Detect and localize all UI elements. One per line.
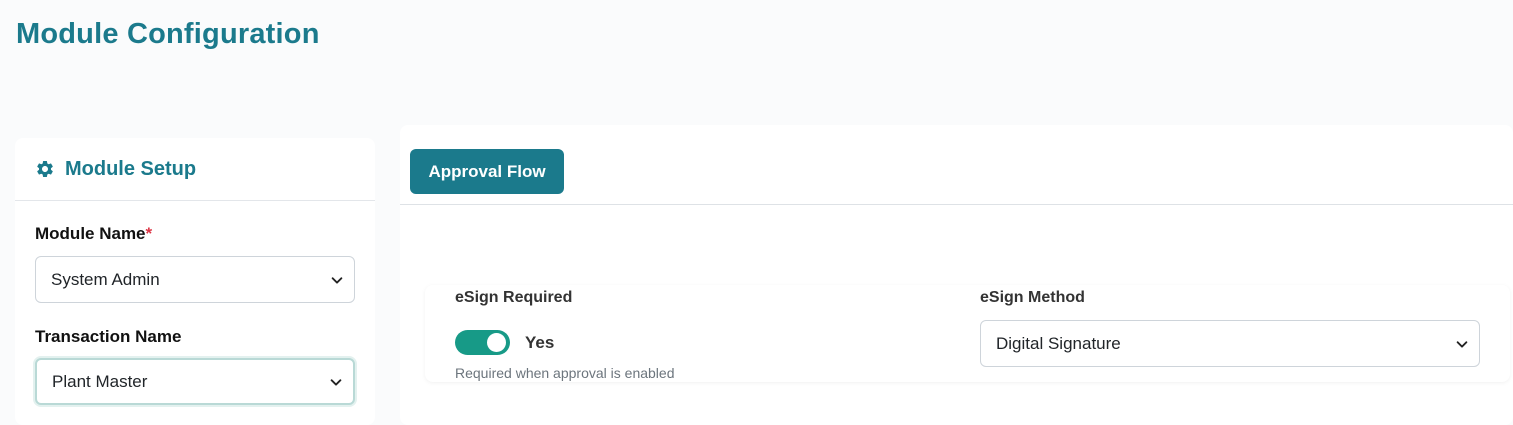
tab-approval-flow[interactable]: Approval Flow [410, 149, 564, 194]
required-marker: * [145, 224, 153, 243]
module-setup-card: Module Setup Module Name* System Admin T… [15, 138, 375, 425]
tab-bar: Approval Flow [400, 125, 1513, 205]
gear-icon [37, 161, 53, 177]
esign-method-select[interactable]: Digital Signature [980, 320, 1480, 367]
page: Module Configuration Module Setup Module… [0, 0, 1513, 425]
esign-panel: eSign Required Yes Required when approva… [425, 285, 1510, 382]
module-name-value: System Admin [51, 269, 160, 289]
toggle-knob [487, 333, 506, 352]
page-title: Module Configuration [16, 18, 320, 50]
esign-required-label: eSign Required [455, 289, 573, 306]
esign-method-value: Digital Signature [996, 333, 1121, 353]
module-name-select[interactable]: System Admin [35, 256, 355, 303]
chevron-down-icon [1456, 340, 1468, 348]
transaction-name-value: Plant Master [52, 371, 148, 391]
approval-card: Approval Flow eSign Required Yes Require… [400, 125, 1513, 425]
chevron-down-icon [331, 276, 343, 284]
module-name-label-text: Module Name [35, 224, 146, 243]
transaction-name-select[interactable]: Plant Master [35, 358, 355, 405]
chevron-down-icon [330, 378, 342, 386]
esign-required-toggle[interactable] [455, 330, 510, 355]
module-setup-header: Module Setup [15, 138, 375, 201]
esign-toggle-text: Yes [525, 333, 555, 352]
module-setup-title: Module Setup [65, 157, 197, 180]
module-name-label: Module Name* [35, 224, 152, 244]
transaction-name-label: Transaction Name [35, 327, 182, 346]
esign-method-label: eSign Method [980, 289, 1085, 306]
esign-help-text: Required when approval is enabled [455, 365, 675, 381]
